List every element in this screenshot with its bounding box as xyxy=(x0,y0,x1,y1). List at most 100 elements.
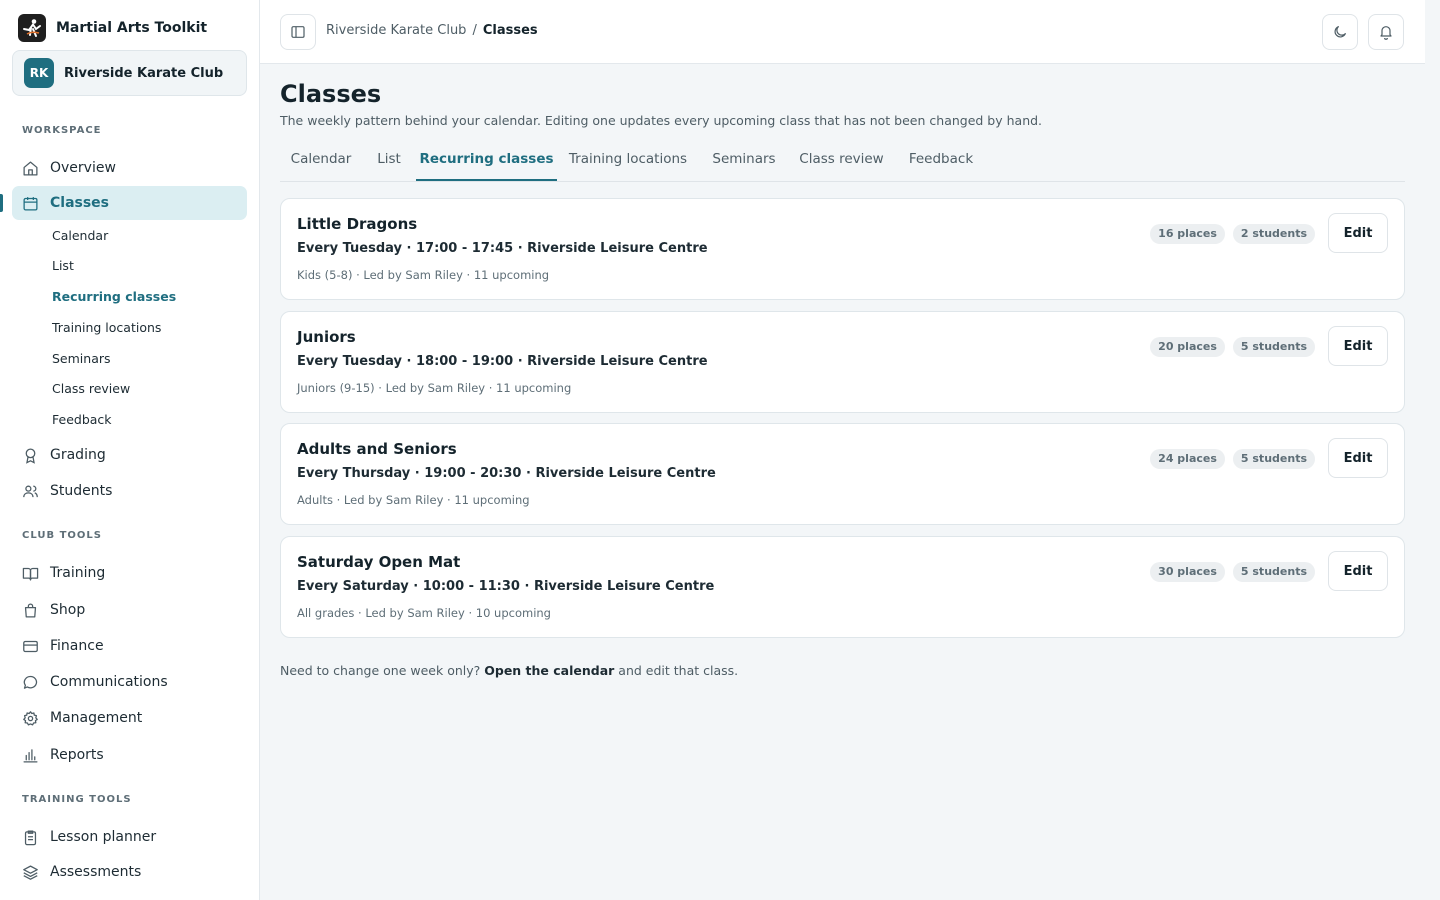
class-card: Adults and Seniors Every Thursday · 19:0… xyxy=(280,423,1405,525)
tab-training-locations[interactable]: Training locations xyxy=(557,140,699,181)
club-switcher[interactable]: RK Riverside Karate Club xyxy=(12,50,247,96)
edit-class-button[interactable]: Edit xyxy=(1328,551,1388,591)
sidebar-item-lesson-planner[interactable]: Lesson planner xyxy=(12,820,247,854)
bar-chart-icon xyxy=(23,748,38,763)
workspace-section-label: WORKSPACE xyxy=(22,125,102,136)
students-badge: 2 students xyxy=(1232,224,1315,244)
sidebar-item-label: Finance xyxy=(50,638,104,654)
sidebar-subitem-feedback[interactable]: Feedback xyxy=(52,411,112,429)
class-badges: 24 places 5 students xyxy=(1150,449,1315,469)
class-meta: Juniors (9-15) · Led by Sam Riley · 11 u… xyxy=(297,381,572,395)
tab-seminars[interactable]: Seminars xyxy=(699,140,789,181)
active-indicator xyxy=(0,194,3,212)
sidebar-subitem-seminars[interactable]: Seminars xyxy=(52,350,111,368)
breadcrumb-parent[interactable]: Riverside Karate Club xyxy=(326,23,466,38)
tab-class-review[interactable]: Class review xyxy=(789,140,894,181)
sidebar-toggle-button[interactable] xyxy=(280,14,316,50)
sidebar-item-communications[interactable]: Communications xyxy=(12,665,247,699)
class-badges: 20 places 5 students xyxy=(1150,337,1315,357)
sidebar-item-label: Overview xyxy=(50,160,116,176)
sidebar-item-management[interactable]: Management xyxy=(12,701,247,735)
calendar-icon xyxy=(23,196,38,211)
class-meta: Adults · Led by Sam Riley · 11 upcoming xyxy=(297,493,530,507)
places-badge: 16 places xyxy=(1150,224,1225,244)
edit-class-button[interactable]: Edit xyxy=(1328,213,1388,253)
sidebar-item-training[interactable]: Training xyxy=(12,556,247,590)
sidebar-item-label: Shop xyxy=(50,602,86,618)
training-tools-section-label: TRAINING TOOLS xyxy=(22,794,132,805)
clipboard-icon xyxy=(24,829,37,845)
club-name: Riverside Karate Club xyxy=(64,65,224,81)
students-badge: 5 students xyxy=(1232,449,1315,469)
class-card: Juniors Every Tuesday · 18:00 - 19:00 · … xyxy=(280,311,1405,413)
users-icon xyxy=(23,485,38,497)
class-badges: 16 places 2 students xyxy=(1150,224,1315,244)
layers-icon xyxy=(23,864,38,880)
places-badge: 24 places xyxy=(1150,449,1225,469)
notifications-button[interactable] xyxy=(1368,14,1404,50)
class-title: Juniors xyxy=(297,328,356,346)
sidebar-item-label: Management xyxy=(50,710,143,726)
class-badges: 30 places 5 students xyxy=(1150,562,1315,582)
sidebar-item-grading[interactable]: Grading xyxy=(12,438,247,472)
sidebar-item-classes[interactable]: Classes xyxy=(12,186,247,220)
club-tools-section-label: CLUB TOOLS xyxy=(22,530,102,541)
sidebar-item-label: Lesson planner xyxy=(50,829,157,845)
tab-calendar[interactable]: Calendar xyxy=(280,140,362,181)
class-title: Saturday Open Mat xyxy=(297,553,461,571)
home-icon xyxy=(23,160,38,176)
top-bar: Riverside Karate Club / Classes xyxy=(260,0,1425,64)
moon-icon xyxy=(1334,26,1346,38)
footer-text-before: Need to change one week only? xyxy=(280,663,481,678)
sidebar-item-label: Students xyxy=(50,483,113,499)
brand[interactable]: Martial Arts Toolkit xyxy=(18,14,207,42)
sidebar-item-label: Classes xyxy=(50,195,110,211)
footer-note: Need to change one week only? Open the c… xyxy=(280,663,738,678)
breadcrumb: Riverside Karate Club / Classes xyxy=(326,23,538,38)
sidebar: Martial Arts Toolkit RK Riverside Karate… xyxy=(0,0,260,900)
class-schedule: Every Thursday · 19:00 - 20:30 · Riversi… xyxy=(297,466,716,481)
sidebar-item-label: Assessments xyxy=(50,864,142,880)
class-schedule: Every Saturday · 10:00 - 11:30 · Riversi… xyxy=(297,579,715,594)
sidebar-subitem-class-review[interactable]: Class review xyxy=(52,380,130,398)
page-description: The weekly pattern behind your calendar.… xyxy=(280,113,1043,128)
footer-text-after: and edit that class. xyxy=(618,663,739,678)
class-meta: Kids (5-8) · Led by Sam Riley · 11 upcom… xyxy=(297,268,550,282)
sidebar-item-label: Communications xyxy=(50,674,168,690)
tab-recurring-classes[interactable]: Recurring classes xyxy=(416,140,557,181)
gear-icon xyxy=(23,710,38,726)
sidebar-toggle-icon xyxy=(291,26,305,38)
breadcrumb-separator: / xyxy=(472,23,477,38)
sidebar-subitem-list[interactable]: List xyxy=(52,257,74,275)
class-meta: All grades · Led by Sam Riley · 10 upcom… xyxy=(297,606,551,620)
sidebar-item-label: Reports xyxy=(50,747,104,763)
message-icon xyxy=(23,675,38,689)
sidebar-item-label: Training xyxy=(50,565,106,581)
sidebar-subitem-training-locations[interactable]: Training locations xyxy=(52,319,161,337)
class-card: Saturday Open Mat Every Saturday · 10:00… xyxy=(280,536,1405,638)
class-title: Little Dragons xyxy=(297,215,418,233)
sidebar-item-finance[interactable]: Finance xyxy=(12,629,247,663)
class-schedule: Every Tuesday · 18:00 - 19:00 · Riversid… xyxy=(297,354,708,369)
sidebar-item-shop[interactable]: Shop xyxy=(12,593,247,627)
edit-class-button[interactable]: Edit xyxy=(1328,326,1388,366)
students-badge: 5 students xyxy=(1232,562,1315,582)
shopping-bag-icon xyxy=(24,603,37,618)
tab-feedback[interactable]: Feedback xyxy=(894,140,988,181)
edit-class-button[interactable]: Edit xyxy=(1328,438,1388,478)
sidebar-item-overview[interactable]: Overview xyxy=(12,151,247,185)
sidebar-item-label: Grading xyxy=(50,447,106,463)
sidebar-subitem-recurring-classes[interactable]: Recurring classes xyxy=(52,288,176,306)
sidebar-item-assessments[interactable]: Assessments xyxy=(12,855,247,889)
theme-toggle-button[interactable] xyxy=(1322,14,1358,50)
sidebar-item-students[interactable]: Students xyxy=(12,474,247,508)
sidebar-item-reports[interactable]: Reports xyxy=(12,738,247,772)
award-icon xyxy=(25,447,36,464)
class-card: Little Dragons Every Tuesday · 17:00 - 1… xyxy=(280,198,1405,300)
brand-name: Martial Arts Toolkit xyxy=(56,20,208,36)
tab-list[interactable]: List xyxy=(362,140,416,181)
sidebar-subitem-calendar[interactable]: Calendar xyxy=(52,227,108,245)
credit-card-icon xyxy=(23,640,38,652)
bell-icon xyxy=(1380,26,1392,40)
open-calendar-link[interactable]: Open the calendar xyxy=(484,663,614,678)
